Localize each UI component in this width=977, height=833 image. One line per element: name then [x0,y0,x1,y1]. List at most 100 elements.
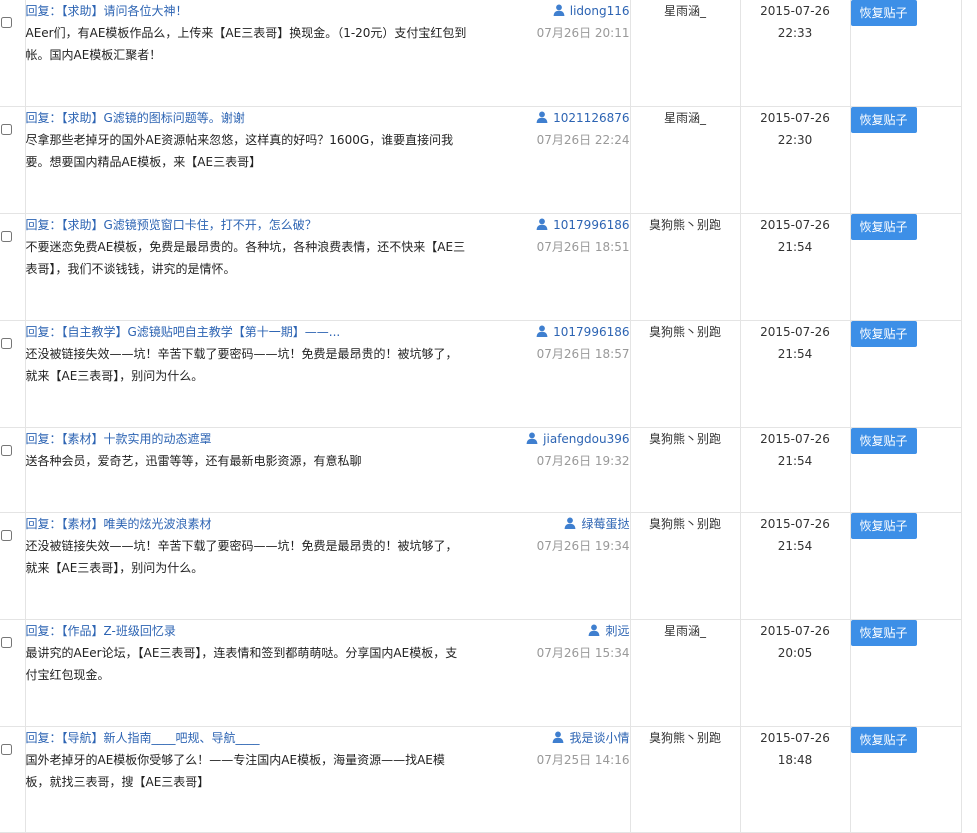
post-title-link[interactable]: 回复：【求助】G滤镜的图标问题等。谢谢 [26,107,496,129]
post-excerpt: 还没被链接失效——坑！辛苦下载了要密码——坑！免费是最昂贵的！被坑够了，就来【A… [25,346,458,383]
post-title-link[interactable]: 回复：【自主教学】G滤镜贴吧自主教学【第十一期】——... [26,321,496,343]
post-content-cell: 回复：【作品】Z-班级回忆录 最讲究的AEer论坛，【AE三表哥】，连表情和签到… [24,619,631,727]
author-name: jiafengdou396 [543,431,630,446]
table-row: 回复：【素材】十款实用的动态遮罩 送各种会员，爱奇艺，迅雷等等，还有最新电影资源… [0,427,962,513]
operator-name: 臭狗熊丶别跑 [648,324,721,339]
restore-post-button[interactable]: 恢复贴子 [850,726,917,753]
author-link[interactable]: 绿莓蛋挞 [564,513,630,535]
author-link[interactable]: 1017996186 [536,214,630,236]
delete-time: 21:54 [777,239,813,254]
delete-date-cell: 2015-07-26 21:54 [740,427,851,513]
operator-name: 臭狗熊丶别跑 [648,431,721,446]
delete-date: 2015-07-26 [760,623,830,638]
action-cell: 恢复贴子 [850,0,962,107]
delete-date-cell: 2015-07-26 21:54 [740,213,851,321]
delete-time: 22:30 [777,132,813,147]
author-link[interactable]: lidong116 [553,0,630,22]
restore-post-button[interactable]: 恢复贴子 [850,0,917,26]
restore-post-button[interactable]: 恢复贴子 [850,106,917,133]
delete-date: 2015-07-26 [760,431,830,446]
action-cell: 恢复贴子 [850,512,962,620]
row-checkbox[interactable] [1,123,12,135]
post-time: 07月26日 19:32 [536,453,630,468]
delete-time: 22:33 [777,26,813,40]
author-name: 1017996186 [553,324,630,339]
author-link[interactable]: 我是谈小情 [552,727,630,749]
delete-date-cell: 2015-07-26 21:54 [740,512,851,620]
post-excerpt: 还没被链接失效——坑！辛苦下载了要密码——坑！免费是最昂贵的！被坑够了，就来【A… [25,538,458,575]
post-time: 07月25日 14:16 [536,752,630,767]
author-name: 刺远 [605,623,630,638]
operator-name: 星雨涵_ [663,623,706,638]
table-row: 回复：【素材】唯美的炫光波浪素材 还没被链接失效——坑！辛苦下载了要密码——坑！… [0,512,962,620]
row-checkbox[interactable] [1,337,12,349]
post-content-cell: 回复：【求助】G滤镜预览窗口卡住，打不开，怎么破？ 不要迷恋免费AE模板，免费是… [24,213,631,321]
action-cell: 恢复贴子 [850,427,962,513]
row-checkbox[interactable] [1,636,12,648]
user-icon [536,325,548,337]
select-cell [0,320,25,428]
operator-cell: 星雨涵_ [630,0,741,107]
delete-date-cell: 2015-07-26 22:30 [740,106,851,214]
post-title-link[interactable]: 回复：【素材】十款实用的动态遮罩 [26,428,496,450]
delete-date-cell: 2015-07-26 21:54 [740,320,851,428]
post-title-link[interactable]: 回复：【导航】新人指南____吧规、导航____ [26,727,496,749]
post-title-link[interactable]: 回复：【作品】Z-班级回忆录 [26,620,496,642]
row-checkbox[interactable] [1,230,12,242]
user-icon [536,111,548,123]
author-name: 我是谈小情 [569,730,630,745]
operator-name: 臭狗熊丶别跑 [648,730,721,745]
action-cell: 恢复贴子 [850,320,962,428]
author-link[interactable]: 1021126876 [536,107,630,129]
action-cell: 恢复贴子 [850,726,962,833]
row-checkbox[interactable] [1,743,12,755]
post-time: 07月26日 15:34 [536,645,630,660]
post-time: 07月26日 22:24 [536,132,630,147]
select-cell [0,213,25,321]
delete-date: 2015-07-26 [760,217,830,232]
operator-name: 臭狗熊丶别跑 [648,516,721,531]
post-content-cell: 回复：【自主教学】G滤镜贴吧自主教学【第十一期】——... 还没被链接失效——坑… [24,320,631,428]
author-link[interactable]: 刺远 [588,620,630,642]
restore-post-button[interactable]: 恢复贴子 [850,320,917,347]
action-cell: 恢复贴子 [850,619,962,727]
table-row: 回复：【导航】新人指南____吧规、导航____ 国外老掉牙的AE模板你受够了么… [0,726,962,833]
restore-post-button[interactable]: 恢复贴子 [850,213,917,240]
delete-time: 21:54 [777,346,813,361]
user-icon [553,4,565,16]
post-excerpt: 尽拿那些老掉牙的国外AE资源帖来忽悠，这样真的好吗？1600G，谁要直接问我要。… [25,132,454,169]
post-rows: 回复：【求助】请问各位大神！ AEer们，有AE模板作品么，上传来【AE三表哥】… [0,0,962,833]
author-link[interactable]: jiafengdou396 [526,428,630,450]
author-name: 绿莓蛋挞 [581,516,630,531]
restore-post-button[interactable]: 恢复贴子 [850,619,917,646]
operator-cell: 臭狗熊丶别跑 [630,213,741,321]
post-excerpt: AEer们，有AE模板作品么，上传来【AE三表哥】换现金。（1-20元）支付宝红… [25,26,467,62]
delete-time: 21:54 [777,538,813,553]
author-name: 1021126876 [553,110,630,125]
operator-cell: 臭狗熊丶别跑 [630,320,741,428]
author-link[interactable]: 1017996186 [536,321,630,343]
action-cell: 恢复贴子 [850,213,962,321]
table-row: 回复：【作品】Z-班级回忆录 最讲究的AEer论坛，【AE三表哥】，连表情和签到… [0,619,962,727]
table-row: 回复：【求助】G滤镜的图标问题等。谢谢 尽拿那些老掉牙的国外AE资源帖来忽悠，这… [0,106,962,214]
row-checkbox[interactable] [1,17,12,28]
restore-post-button[interactable]: 恢复贴子 [850,427,917,454]
select-cell [0,512,25,620]
user-icon [589,624,600,636]
select-cell [0,106,25,214]
post-title-link[interactable]: 回复：【求助】G滤镜预览窗口卡住，打不开，怎么破？ [26,214,496,236]
post-title-link[interactable]: 回复：【求助】请问各位大神！ [26,0,496,22]
row-checkbox[interactable] [1,444,12,456]
delete-date: 2015-07-26 [760,730,830,745]
delete-time: 21:54 [777,453,813,468]
post-content-cell: 回复：【导航】新人指南____吧规、导航____ 国外老掉牙的AE模板你受够了么… [24,726,631,833]
restore-post-button[interactable]: 恢复贴子 [850,512,917,539]
post-content-cell: 回复：【求助】请问各位大神！ AEer们，有AE模板作品么，上传来【AE三表哥】… [24,0,631,107]
post-excerpt: 最讲究的AEer论坛，【AE三表哥】，连表情和签到都萌萌哒。分享国内AE模板，支… [25,645,458,682]
table-row: 回复：【自主教学】G滤镜贴吧自主教学【第十一期】——... 还没被链接失效——坑… [0,320,962,428]
row-checkbox[interactable] [1,529,12,541]
table-row: 回复：【求助】请问各位大神！ AEer们，有AE模板作品么，上传来【AE三表哥】… [0,0,962,107]
post-title-link[interactable]: 回复：【素材】唯美的炫光波浪素材 [26,513,496,535]
operator-name: 臭狗熊丶别跑 [648,217,721,232]
delete-date-cell: 2015-07-26 18:48 [740,726,851,833]
